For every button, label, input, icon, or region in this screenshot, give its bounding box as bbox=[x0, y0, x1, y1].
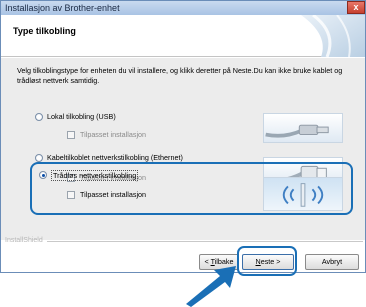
radio-usb[interactable] bbox=[35, 113, 43, 121]
cancel-button[interactable]: Avbryt bbox=[305, 254, 359, 270]
option-usb-label: Lokal tilkobling (USB) bbox=[47, 112, 116, 121]
radio-ethernet[interactable] bbox=[35, 154, 43, 162]
window-titlebar[interactable]: Installasjon av Brother-enhet bbox=[1, 1, 365, 15]
header-panel: Type tilkobling bbox=[1, 15, 365, 57]
page-title: Type tilkobling bbox=[13, 26, 76, 36]
checkbox-usb-custom[interactable] bbox=[67, 131, 75, 139]
close-icon: x bbox=[353, 2, 359, 12]
radio-wireless[interactable] bbox=[39, 171, 47, 179]
option-ethernet-label: Kabeltilkoblet nettverkstilkobling (Ethe… bbox=[47, 153, 183, 162]
option-wireless-label: Trådløs nettverkstilkobling bbox=[51, 170, 139, 181]
header-decoration-icon bbox=[301, 15, 365, 57]
pointer-arrow-icon bbox=[186, 266, 236, 307]
footer-separator bbox=[47, 241, 363, 242]
installshield-brand: InstallShield bbox=[5, 237, 43, 244]
close-button[interactable]: x bbox=[347, 1, 365, 14]
wireless-access-point-icon bbox=[263, 177, 343, 211]
usb-cable-icon bbox=[263, 113, 343, 143]
window-title: Installasjon av Brother-enhet bbox=[5, 3, 120, 13]
installer-window: Installasjon av Brother-enhet x Type til… bbox=[0, 0, 366, 273]
option-usb-custom-label: Tilpasset installasjon bbox=[80, 130, 147, 139]
option-wireless-custom-label: Tilpasset installasjon bbox=[80, 190, 147, 199]
next-button-highlight bbox=[237, 246, 297, 276]
description-text: Velg tilkoblingstype for enheten du vil … bbox=[17, 66, 343, 85]
checkbox-wireless-custom[interactable] bbox=[67, 191, 75, 199]
